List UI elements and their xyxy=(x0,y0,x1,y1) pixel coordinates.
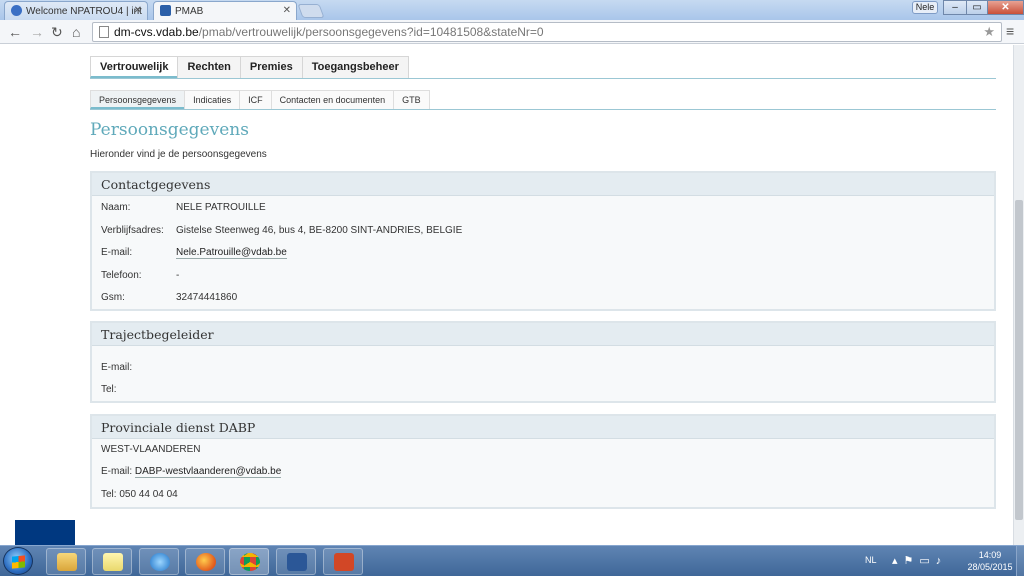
chrome-icon xyxy=(240,553,260,571)
page-scrollbar[interactable] xyxy=(1013,45,1024,545)
email-row: E-mail: Nele.Patrouille@vdab.be xyxy=(101,247,287,259)
start-button[interactable] xyxy=(3,547,33,575)
sticky-notes-icon xyxy=(103,553,123,571)
page-title: Persoonsgegevens xyxy=(90,120,249,140)
main-tabs: Vertrouwelijk Rechten Premies Toegangsbe… xyxy=(90,56,409,78)
trajectbegeleider-email-row: E-mail: xyxy=(101,362,132,373)
taskbar-powerpoint[interactable] xyxy=(323,548,363,575)
email-link[interactable]: Nele.Patrouille@vdab.be xyxy=(176,247,287,259)
subtab-persoonsgegevens[interactable]: Persoonsgegevens xyxy=(90,90,186,109)
taskbar-internet-explorer[interactable] xyxy=(139,548,179,575)
provinciale-dienst-heading: Provinciale dienst DABP xyxy=(92,416,994,439)
firefox-icon xyxy=(196,553,216,571)
region-row: WEST-VLAANDEREN xyxy=(101,444,201,455)
naam-value: NELE PATROUILLE xyxy=(176,202,266,213)
internet-explorer-icon xyxy=(150,553,170,571)
scrollbar-thumb[interactable] xyxy=(1015,200,1023,520)
url-path: /pmab/vertrouwelijk/persoonsgegevens?id=… xyxy=(198,25,544,39)
telefoon-label: Telefoon: xyxy=(101,270,142,281)
dabp-email-label: E-mail: xyxy=(101,466,133,477)
minimize-button[interactable]: – xyxy=(943,0,967,15)
folder-icon xyxy=(57,553,77,571)
close-window-button[interactable]: ✕ xyxy=(987,0,1024,15)
subtab-indicaties[interactable]: Indicaties xyxy=(184,90,241,109)
page-viewport: Vertrouwelijk Rechten Premies Toegangsbe… xyxy=(0,45,1013,545)
info-icon xyxy=(11,5,22,16)
home-icon[interactable]: ⌂ xyxy=(72,24,80,40)
word-icon xyxy=(287,553,307,571)
tab-premies[interactable]: Premies xyxy=(239,56,303,78)
trajectbegeleider-heading: Trajectbegeleider xyxy=(92,323,994,346)
close-tab-icon[interactable]: ✕ xyxy=(134,5,142,16)
browser-tab-welcome[interactable]: Welcome NPATROU4 | int ✕ xyxy=(4,1,148,20)
telefoon-row: Telefoon: - xyxy=(101,270,179,281)
tray-icons[interactable]: ▴⚑▭♪ xyxy=(892,554,947,567)
subtab-gtb[interactable]: GTB xyxy=(393,90,430,109)
adres-label: Verblijfsadres: xyxy=(101,225,164,236)
menu-icon[interactable]: ≡ xyxy=(1006,23,1014,39)
language-indicator[interactable]: NL xyxy=(865,555,877,565)
gsm-value: 32474441860 xyxy=(176,292,238,303)
clock-date: 28/05/2015 xyxy=(967,562,1013,572)
browser-tab-pmab[interactable]: PMAB ✕ xyxy=(153,1,297,20)
clock-time: 14:09 xyxy=(978,550,1002,560)
powerpoint-icon xyxy=(334,553,354,571)
trajectbegeleider-email-label: E-mail: xyxy=(101,362,133,373)
system-tray: NL ▴⚑▭♪ 14:09 28/05/2015 xyxy=(852,547,1024,575)
profile-button[interactable]: Nele xyxy=(912,1,938,14)
maximize-button[interactable]: ▭ xyxy=(966,0,988,15)
naam-row: Naam: NELE PATROUILLE xyxy=(101,202,266,213)
page-intro: Hieronder vind je de persoonsgegevens xyxy=(90,149,267,160)
telefoon-value: - xyxy=(176,270,180,281)
contact-panel-heading: Contactgegevens xyxy=(92,173,994,196)
adres-value: Gistelse Steenweg 46, bus 4, BE-8200 SIN… xyxy=(176,225,463,236)
page-icon xyxy=(99,26,109,38)
tab-vertrouwelijk[interactable]: Vertrouwelijk xyxy=(90,56,179,78)
dabp-email-link[interactable]: DABP-westvlaanderen@vdab.be xyxy=(134,466,282,478)
trajectbegeleider-panel: Trajectbegeleider E-mail: Tel: xyxy=(90,321,996,403)
contact-panel: Contactgegevens Naam: NELE PATROUILLE Ver… xyxy=(90,171,996,311)
clock[interactable]: 14:09 28/05/2015 xyxy=(962,549,1018,573)
tab-rechten[interactable]: Rechten xyxy=(177,56,241,78)
tab-title: Welcome NPATROU4 | int xyxy=(26,6,142,17)
sub-tabs: Persoonsgegevens Indicaties ICF Contacte… xyxy=(90,90,430,109)
close-tab-icon[interactable]: ✕ xyxy=(283,5,291,16)
url-host: dm-cvs.vdab.be xyxy=(114,25,199,39)
provinciale-dienst-panel: Provinciale dienst DABP WEST-VLAANDEREN … xyxy=(90,414,996,509)
naam-label: Naam: xyxy=(101,202,131,213)
dabp-email-row: E-mail: DABP-westvlaanderen@vdab.be xyxy=(101,466,282,478)
taskbar-word[interactable] xyxy=(276,548,316,575)
windows-logo-icon xyxy=(12,555,25,569)
browser-toolbar: ← → ↻ ⌂ dm-cvs.vdab.be/pmab/vertrouwelij… xyxy=(0,20,1024,44)
subtab-icf[interactable]: ICF xyxy=(239,90,272,109)
windows-taskbar: NL ▴⚑▭♪ 14:09 28/05/2015 xyxy=(0,545,1024,576)
subtab-contacten-en-documenten[interactable]: Contacten en documenten xyxy=(270,90,395,109)
adres-row: Verblijfsadres: Gistelse Steenweg 46, bus… xyxy=(101,225,462,236)
gsm-row: Gsm: 32474441860 xyxy=(101,292,237,303)
new-tab-button[interactable] xyxy=(297,4,325,18)
taskbar-firefox[interactable] xyxy=(185,548,225,575)
dabp-tel-row: Tel: 050 44 04 04 xyxy=(101,489,178,500)
taskbar-chrome[interactable] xyxy=(229,548,269,575)
sub-tabs-divider xyxy=(90,109,996,110)
tab-toegangsbeheer[interactable]: Toegangsbeheer xyxy=(301,56,409,78)
taskbar-explorer[interactable] xyxy=(46,548,86,575)
brand-footer-block xyxy=(15,520,75,545)
taskbar-notes[interactable] xyxy=(92,548,132,575)
trajectbegeleider-tel-label: Tel: xyxy=(101,384,117,395)
reload-icon[interactable]: ↻ xyxy=(51,24,63,40)
show-desktop-button[interactable] xyxy=(1016,546,1024,576)
email-label: E-mail: xyxy=(101,247,133,258)
trajectbegeleider-tel-row: Tel: xyxy=(101,384,117,395)
vdab-favicon-icon xyxy=(160,5,171,16)
back-arrow-icon[interactable]: ← xyxy=(8,24,22,40)
gsm-label: Gsm: xyxy=(101,292,125,303)
tab-title: PMAB xyxy=(175,6,204,17)
forward-arrow-icon[interactable]: → xyxy=(30,24,44,40)
main-tabs-divider xyxy=(90,78,996,79)
address-bar[interactable]: dm-cvs.vdab.be/pmab/vertrouwelijk/persoo… xyxy=(92,22,1002,42)
browser-titlebar: Welcome NPATROU4 | int ✕ PMAB ✕ Nele – ▭… xyxy=(0,0,1024,20)
bookmark-star-icon[interactable]: ★ xyxy=(983,23,995,41)
